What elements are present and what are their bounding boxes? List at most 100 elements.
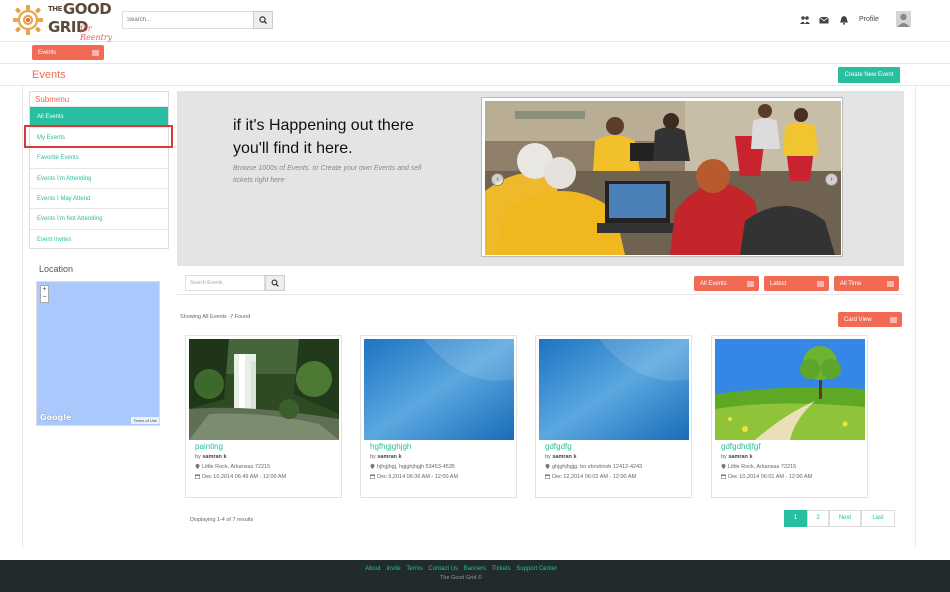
page-1-button[interactable]: 1	[784, 510, 807, 527]
footer-link-support[interactable]: Support Center	[516, 566, 557, 572]
classroom-photo	[485, 101, 841, 255]
submenu-item-attending[interactable]: Events I'm Attending	[30, 168, 168, 188]
all-events-filter[interactable]: All Events	[694, 276, 759, 291]
footer-link-contact[interactable]: Contact Us	[428, 566, 458, 572]
event-search-input[interactable]: Search Events	[185, 275, 265, 291]
waterfall-photo	[189, 339, 339, 440]
map-terms-link[interactable]: Terms of Use	[131, 417, 159, 424]
next-page-button[interactable]: Next	[829, 510, 861, 527]
results-count: Showing All Events -7 Found	[180, 314, 251, 320]
map-brand: Google	[40, 413, 72, 422]
location-map[interactable]: + − Google Terms of Use	[36, 281, 160, 426]
hero-banner: if it's Happening out there you'll find …	[177, 91, 904, 266]
page-title: Events	[32, 69, 66, 81]
event-author: by samran k	[195, 454, 227, 460]
calendar-icon	[545, 474, 550, 479]
hero-heading: if it's Happening out there you'll find …	[233, 117, 414, 157]
slider-next-arrow[interactable]: ›	[825, 173, 838, 186]
last-page-button[interactable]: Last	[861, 510, 895, 527]
selection-highlight-box	[24, 125, 173, 148]
event-author: by samran k	[545, 454, 577, 460]
event-card[interactable]: gdfgdfg by samran k ghjghjhgjg, bn vbnvb…	[535, 335, 692, 498]
pagination-summary: Displaying 1-4 of 7 results	[190, 517, 254, 523]
event-datetime: Dec 12,2014 06:02 AM - 12:00 AM	[545, 474, 636, 480]
profile-link[interactable]: Profile	[859, 16, 879, 23]
submenu-item-not-attending[interactable]: Events I'm Not Attending	[30, 208, 168, 228]
event-search-button[interactable]	[265, 275, 285, 291]
event-image-placeholder[interactable]	[539, 339, 689, 440]
calendar-icon	[721, 474, 726, 479]
zoom-out-button[interactable]: −	[41, 294, 48, 302]
mail-icon[interactable]	[819, 15, 829, 25]
event-location: hjhgjhgj, hgjghjhgjh 53453-4535	[370, 464, 455, 470]
blue-placeholder-image	[364, 339, 514, 440]
card-view-label: Card View	[844, 316, 872, 323]
event-title[interactable]: gdfgdfg	[545, 442, 572, 451]
event-datetime: Dec 10,2014 06:01 AM - 12:00 AM	[721, 474, 812, 480]
user-silhouette-icon	[896, 11, 911, 27]
event-card[interactable]: gdfgdhdjfgf by samran k Little Rock, Ark…	[711, 335, 868, 498]
submenu-item-may-attend[interactable]: Events I May Attend	[30, 188, 168, 208]
menu-icon	[747, 281, 754, 286]
logo-text: THEGOOD	[48, 0, 112, 18]
time-range-filter[interactable]: All Time	[834, 276, 899, 291]
hero-image-slider: ‹ ›	[481, 97, 843, 257]
logo-tagline: for Reentry	[80, 24, 113, 42]
location-label: Location	[39, 264, 74, 274]
footer-link-tickets[interactable]: Tickets	[492, 566, 511, 572]
event-title[interactable]: painting	[195, 442, 223, 451]
submenu-item-event-invites[interactable]: Event Invites	[30, 229, 168, 249]
menu-icon	[890, 317, 897, 322]
global-search	[122, 11, 273, 29]
event-location: Little Rock, Arkansas 72215	[195, 464, 270, 470]
slider-prev-arrow[interactable]: ‹	[491, 173, 504, 186]
gear-logo-icon	[13, 5, 43, 35]
footer-link-banners[interactable]: Banners	[464, 566, 486, 572]
menu-icon	[817, 281, 824, 286]
map-marker-icon	[721, 464, 726, 469]
submenu-title: Submenu	[35, 95, 70, 104]
event-title[interactable]: hgfhgjghjgh	[370, 442, 411, 451]
create-new-event-button[interactable]: Create New Event	[838, 67, 900, 83]
search-input[interactable]	[122, 11, 253, 29]
event-datetime: Dec 10,2014 06:49 AM - 12:00 AM	[195, 474, 286, 480]
search-button[interactable]	[253, 11, 273, 29]
friends-icon[interactable]	[800, 15, 810, 25]
event-image-waterfall[interactable]	[189, 339, 339, 440]
page-2-button[interactable]: 2	[807, 510, 829, 527]
avatar[interactable]	[896, 11, 911, 27]
calendar-icon	[195, 474, 200, 479]
header-actions: Profile	[798, 11, 918, 29]
module-label: Events	[38, 49, 57, 56]
event-title[interactable]: gdfgdhdjfgf	[721, 442, 761, 451]
map-marker-icon	[195, 464, 200, 469]
bell-icon[interactable]	[839, 15, 849, 25]
card-view-toggle[interactable]: Card View	[838, 312, 902, 327]
event-card[interactable]: painting by samran k Little Rock, Arkans…	[185, 335, 342, 498]
the-good-grid-logo[interactable]: THEGOOD GRID for Reentry	[12, 0, 122, 42]
footer-link-terms[interactable]: Terms	[406, 566, 422, 572]
event-location: Little Rock, Arkansas 72215	[721, 464, 796, 470]
event-image-tree-landscape[interactable]	[715, 339, 865, 440]
sort-latest-filter[interactable]: Latest	[764, 276, 829, 291]
module-select-button[interactable]: Events	[32, 45, 104, 60]
event-datetime: Dec 9,2014 06:36 AM - 12:00 AM	[370, 474, 458, 480]
all-time-label: All Time	[840, 280, 862, 287]
menu-icon	[887, 281, 894, 286]
latest-label: Latest	[770, 280, 787, 287]
tree-meadow-photo	[715, 339, 865, 440]
map-marker-icon	[370, 464, 375, 469]
zoom-in-button[interactable]: +	[41, 286, 48, 294]
submenu-item-all-events[interactable]: All Events	[30, 106, 168, 126]
footer-link-invite[interactable]: Invite	[386, 566, 400, 572]
event-card[interactable]: hgfhgjghjgh by samran k hjhgjhgj, hgjghj…	[360, 335, 517, 498]
pagination: 1 2 Next Last	[784, 510, 895, 527]
slide-photo-people-at-laptops: ‹ ›	[485, 101, 841, 255]
footer: About Invite Terms Contact Us Banners Ti…	[0, 560, 950, 592]
event-image-placeholder[interactable]	[364, 339, 514, 440]
submenu-item-favorite-events[interactable]: Favorite Events	[30, 147, 168, 167]
top-header: THEGOOD GRID for Reentry Profile	[0, 0, 950, 42]
module-bar: Events	[0, 42, 950, 64]
footer-link-about[interactable]: About	[365, 566, 381, 572]
blue-placeholder-image	[539, 339, 689, 440]
